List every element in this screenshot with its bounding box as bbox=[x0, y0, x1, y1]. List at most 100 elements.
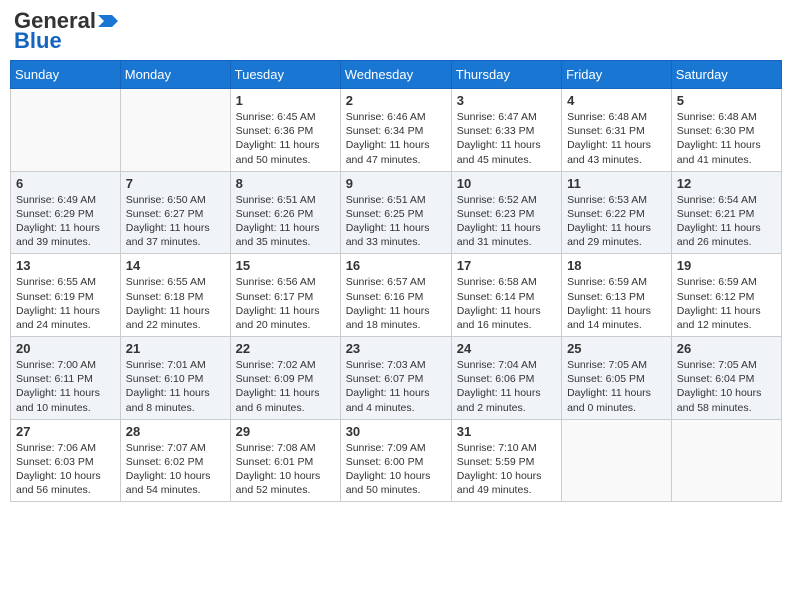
day-number: 17 bbox=[457, 258, 556, 273]
calendar-cell: 24 Sunrise: 7:04 AM Sunset: 6:06 PM Dayli… bbox=[451, 337, 561, 420]
calendar-cell: 13 Sunrise: 6:55 AM Sunset: 6:19 PM Dayli… bbox=[11, 254, 121, 337]
day-number: 19 bbox=[677, 258, 776, 273]
calendar-cell bbox=[120, 89, 230, 172]
day-of-week-header: Friday bbox=[562, 61, 672, 89]
day-info: Sunrise: 7:05 AM Sunset: 6:04 PM Dayligh… bbox=[677, 358, 776, 415]
day-info: Sunrise: 6:45 AM Sunset: 6:36 PM Dayligh… bbox=[236, 110, 335, 167]
calendar-cell: 5 Sunrise: 6:48 AM Sunset: 6:30 PM Daylig… bbox=[671, 89, 781, 172]
calendar-week-row: 13 Sunrise: 6:55 AM Sunset: 6:19 PM Dayli… bbox=[11, 254, 782, 337]
calendar-cell: 7Sunrise: 6:50 AM Sunset: 6:27 PM Daylig… bbox=[120, 171, 230, 254]
day-info: Sunrise: 7:05 AM Sunset: 6:05 PM Dayligh… bbox=[567, 358, 666, 415]
day-number: 16 bbox=[346, 258, 446, 273]
day-number: 20 bbox=[16, 341, 115, 356]
calendar-cell: 21 Sunrise: 7:01 AM Sunset: 6:10 PM Dayli… bbox=[120, 337, 230, 420]
day-of-week-header: Saturday bbox=[671, 61, 781, 89]
calendar-cell: 11 Sunrise: 6:53 AM Sunset: 6:22 PM Dayli… bbox=[562, 171, 672, 254]
calendar-cell: 22Sunrise: 7:02 AM Sunset: 6:09 PM Dayli… bbox=[230, 337, 340, 420]
day-number: 24 bbox=[457, 341, 556, 356]
logo-arrow-icon bbox=[98, 15, 118, 27]
day-info: Sunrise: 6:47 AM Sunset: 6:33 PM Dayligh… bbox=[457, 110, 556, 167]
day-number: 23 bbox=[346, 341, 446, 356]
day-of-week-header: Wednesday bbox=[340, 61, 451, 89]
day-info: Sunrise: 7:02 AM Sunset: 6:09 PM Dayligh… bbox=[236, 358, 335, 415]
day-of-week-header: Sunday bbox=[11, 61, 121, 89]
day-number: 15 bbox=[236, 258, 335, 273]
day-number: 26 bbox=[677, 341, 776, 356]
calendar-cell: 1 Sunrise: 6:45 AM Sunset: 6:36 PM Daylig… bbox=[230, 89, 340, 172]
calendar-cell bbox=[671, 419, 781, 502]
day-info: Sunrise: 7:00 AM Sunset: 6:11 PM Dayligh… bbox=[16, 358, 115, 415]
calendar-week-row: 27 Sunrise: 7:06 AM Sunset: 6:03 PM Dayli… bbox=[11, 419, 782, 502]
calendar-cell: 28 Sunrise: 7:07 AM Sunset: 6:02 PM Dayli… bbox=[120, 419, 230, 502]
day-info: Sunrise: 6:52 AM Sunset: 6:23 PM Dayligh… bbox=[457, 193, 556, 250]
day-number: 31 bbox=[457, 424, 556, 439]
calendar-week-row: 1 Sunrise: 6:45 AM Sunset: 6:36 PM Daylig… bbox=[11, 89, 782, 172]
day-info: Sunrise: 6:51 AM Sunset: 6:26 PM Dayligh… bbox=[236, 193, 335, 250]
day-number: 12 bbox=[677, 176, 776, 191]
day-info: Sunrise: 6:55 AM Sunset: 6:19 PM Dayligh… bbox=[16, 275, 115, 332]
calendar-cell: 18 Sunrise: 6:59 AM Sunset: 6:13 PM Dayli… bbox=[562, 254, 672, 337]
calendar-cell: 26 Sunrise: 7:05 AM Sunset: 6:04 PM Dayli… bbox=[671, 337, 781, 420]
day-info: Sunrise: 7:08 AM Sunset: 6:01 PM Dayligh… bbox=[236, 441, 335, 498]
day-info: Sunrise: 7:07 AM Sunset: 6:02 PM Dayligh… bbox=[126, 441, 225, 498]
day-of-week-header: Tuesday bbox=[230, 61, 340, 89]
day-info: Sunrise: 6:54 AM Sunset: 6:21 PM Dayligh… bbox=[677, 193, 776, 250]
logo: General Blue bbox=[14, 10, 118, 52]
calendar-cell: 4Sunrise: 6:48 AM Sunset: 6:31 PM Daylig… bbox=[562, 89, 672, 172]
calendar-cell: 3 Sunrise: 6:47 AM Sunset: 6:33 PM Daylig… bbox=[451, 89, 561, 172]
calendar-cell: 29 Sunrise: 7:08 AM Sunset: 6:01 PM Dayli… bbox=[230, 419, 340, 502]
calendar-cell: 16 Sunrise: 6:57 AM Sunset: 6:16 PM Dayli… bbox=[340, 254, 451, 337]
day-info: Sunrise: 6:48 AM Sunset: 6:31 PM Dayligh… bbox=[567, 110, 666, 167]
page-header: General Blue bbox=[10, 10, 782, 52]
calendar-cell: 25Sunrise: 7:05 AM Sunset: 6:05 PM Dayli… bbox=[562, 337, 672, 420]
day-number: 5 bbox=[677, 93, 776, 108]
day-number: 2 bbox=[346, 93, 446, 108]
day-info: Sunrise: 6:51 AM Sunset: 6:25 PM Dayligh… bbox=[346, 193, 446, 250]
calendar-cell: 6Sunrise: 6:49 AM Sunset: 6:29 PM Daylig… bbox=[11, 171, 121, 254]
calendar-header-row: SundayMondayTuesdayWednesdayThursdayFrid… bbox=[11, 61, 782, 89]
calendar-cell: 10 Sunrise: 6:52 AM Sunset: 6:23 PM Dayli… bbox=[451, 171, 561, 254]
calendar-cell: 2Sunrise: 6:46 AM Sunset: 6:34 PM Daylig… bbox=[340, 89, 451, 172]
day-number: 14 bbox=[126, 258, 225, 273]
day-info: Sunrise: 6:58 AM Sunset: 6:14 PM Dayligh… bbox=[457, 275, 556, 332]
day-number: 3 bbox=[457, 93, 556, 108]
logo-blue: Blue bbox=[14, 30, 62, 52]
day-info: Sunrise: 7:04 AM Sunset: 6:06 PM Dayligh… bbox=[457, 358, 556, 415]
calendar-cell: 23 Sunrise: 7:03 AM Sunset: 6:07 PM Dayli… bbox=[340, 337, 451, 420]
calendar-cell: 14Sunrise: 6:55 AM Sunset: 6:18 PM Dayli… bbox=[120, 254, 230, 337]
day-info: Sunrise: 7:01 AM Sunset: 6:10 PM Dayligh… bbox=[126, 358, 225, 415]
day-info: Sunrise: 7:06 AM Sunset: 6:03 PM Dayligh… bbox=[16, 441, 115, 498]
calendar-cell bbox=[11, 89, 121, 172]
day-number: 27 bbox=[16, 424, 115, 439]
day-info: Sunrise: 6:59 AM Sunset: 6:12 PM Dayligh… bbox=[677, 275, 776, 332]
calendar-cell: 12 Sunrise: 6:54 AM Sunset: 6:21 PM Dayli… bbox=[671, 171, 781, 254]
day-info: Sunrise: 6:59 AM Sunset: 6:13 PM Dayligh… bbox=[567, 275, 666, 332]
day-of-week-header: Monday bbox=[120, 61, 230, 89]
day-number: 13 bbox=[16, 258, 115, 273]
day-number: 18 bbox=[567, 258, 666, 273]
calendar-cell: 17 Sunrise: 6:58 AM Sunset: 6:14 PM Dayli… bbox=[451, 254, 561, 337]
day-number: 10 bbox=[457, 176, 556, 191]
day-number: 1 bbox=[236, 93, 335, 108]
day-info: Sunrise: 7:09 AM Sunset: 6:00 PM Dayligh… bbox=[346, 441, 446, 498]
calendar-cell: 19 Sunrise: 6:59 AM Sunset: 6:12 PM Dayli… bbox=[671, 254, 781, 337]
day-number: 9 bbox=[346, 176, 446, 191]
day-info: Sunrise: 6:57 AM Sunset: 6:16 PM Dayligh… bbox=[346, 275, 446, 332]
day-info: Sunrise: 7:03 AM Sunset: 6:07 PM Dayligh… bbox=[346, 358, 446, 415]
day-info: Sunrise: 6:48 AM Sunset: 6:30 PM Dayligh… bbox=[677, 110, 776, 167]
day-info: Sunrise: 6:49 AM Sunset: 6:29 PM Dayligh… bbox=[16, 193, 115, 250]
day-number: 28 bbox=[126, 424, 225, 439]
day-number: 21 bbox=[126, 341, 225, 356]
day-number: 11 bbox=[567, 176, 666, 191]
day-number: 30 bbox=[346, 424, 446, 439]
day-info: Sunrise: 6:53 AM Sunset: 6:22 PM Dayligh… bbox=[567, 193, 666, 250]
day-number: 8 bbox=[236, 176, 335, 191]
calendar-cell bbox=[562, 419, 672, 502]
calendar-cell: 31 Sunrise: 7:10 AM Sunset: 5:59 PM Dayli… bbox=[451, 419, 561, 502]
day-info: Sunrise: 6:50 AM Sunset: 6:27 PM Dayligh… bbox=[126, 193, 225, 250]
day-number: 29 bbox=[236, 424, 335, 439]
calendar-week-row: 20 Sunrise: 7:00 AM Sunset: 6:11 PM Dayli… bbox=[11, 337, 782, 420]
calendar-cell: 9 Sunrise: 6:51 AM Sunset: 6:25 PM Daylig… bbox=[340, 171, 451, 254]
calendar-week-row: 6Sunrise: 6:49 AM Sunset: 6:29 PM Daylig… bbox=[11, 171, 782, 254]
day-info: Sunrise: 7:10 AM Sunset: 5:59 PM Dayligh… bbox=[457, 441, 556, 498]
